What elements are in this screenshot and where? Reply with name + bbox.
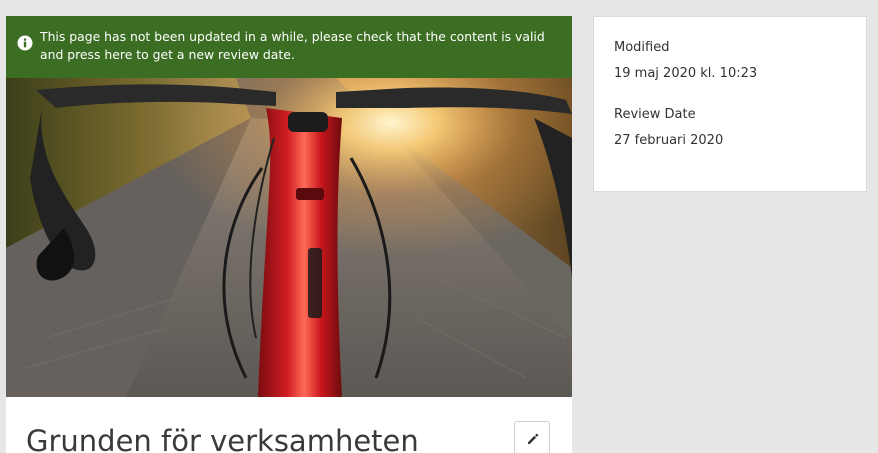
review-date-info: Review Date 27 februari 2020 bbox=[614, 106, 846, 150]
modified-label: Modified bbox=[614, 40, 670, 55]
pencil-icon bbox=[528, 433, 539, 444]
page-title: Grunden för verksamheten bbox=[26, 424, 419, 453]
hero-image bbox=[6, 78, 572, 397]
article-header: Grunden för verksamheten bbox=[6, 397, 572, 453]
edit-button[interactable] bbox=[514, 421, 550, 453]
modified-value: 19 maj 2020 kl. 10:23 bbox=[614, 66, 758, 81]
review-date-value: 27 februari 2020 bbox=[614, 133, 724, 148]
page-meta-card: Modified 19 maj 2020 kl. 10:23 Review Da… bbox=[593, 16, 867, 192]
review-date-banner[interactable]: This page has not been updated in a whil… bbox=[6, 16, 572, 78]
review-date-label: Review Date bbox=[614, 107, 696, 122]
modified-info: Modified 19 maj 2020 kl. 10:23 bbox=[614, 39, 846, 83]
banner-message: This page has not been updated in a whil… bbox=[40, 29, 545, 62]
info-circle-icon bbox=[17, 35, 33, 51]
main-content-column: This page has not been updated in a whil… bbox=[6, 16, 572, 453]
